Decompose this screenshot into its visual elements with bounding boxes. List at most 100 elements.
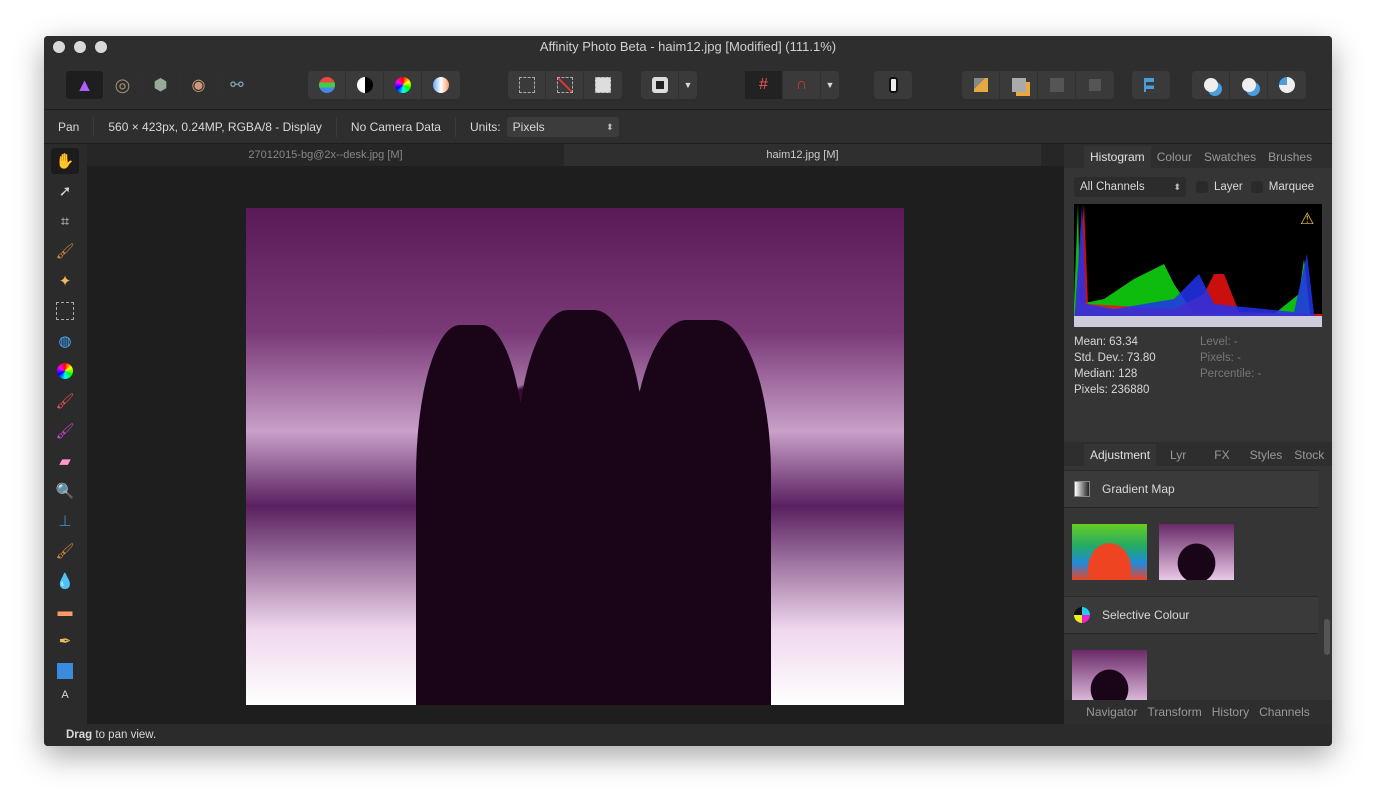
adjustment-gradient-map[interactable]: Gradient Map [1064,470,1318,508]
tab-brushes[interactable]: Brushes [1262,146,1318,168]
tone-mapping-persona-button[interactable]: ◉ [180,71,218,99]
assistant-icon [888,77,898,93]
add-button[interactable] [1192,71,1230,99]
photo-figure [516,310,646,705]
tab-colour[interactable]: Colour [1151,146,1198,168]
document-info: 560 × 423px, 0.24MP, RGBA/8 - Display [94,117,337,137]
text-tool[interactable]: A [51,688,79,702]
document-tab-active[interactable]: haim12.jpg [M] [564,144,1041,166]
intersect-button[interactable] [1268,71,1306,99]
pen-tool[interactable]: ✒ [51,628,79,654]
rectangle-tool[interactable] [51,658,79,684]
auto-contrast-button[interactable] [346,71,384,99]
preset-thumbnail[interactable] [1072,650,1147,706]
section-label: Selective Colour [1102,608,1190,622]
align-group [1132,71,1170,99]
photo-persona-button[interactable]: ▲ [66,71,104,99]
invert-selection-button[interactable] [584,71,622,99]
move-forward-one-button[interactable] [1038,71,1076,99]
units-select[interactable]: Pixels [506,117,619,137]
status-bar: Drag to pan view. [44,724,1332,746]
move-to-front-button[interactable] [1076,71,1114,99]
flood-fill-tool[interactable]: ◍ [51,328,79,354]
bottom-tabs: Navigator Transform History Channels [1064,700,1332,724]
deselect-button[interactable] [546,71,584,99]
minimize-button[interactable] [74,41,86,53]
eraser-icon: ▰ [59,453,71,470]
tab-stock[interactable]: Stock [1288,444,1330,466]
quick-mask-dropdown[interactable]: ▼ [679,71,697,99]
zoom-button[interactable] [95,41,107,53]
auto-colour-button[interactable] [384,71,422,99]
document-tab[interactable]: 27012015-bg@2x--desk.jpg [M] [87,144,564,166]
canvas-area[interactable] [87,166,1064,724]
current-tool-label: Pan [44,117,95,137]
grid-button[interactable]: # [745,71,783,99]
tab-transform[interactable]: Transform [1148,700,1202,724]
tab-navigator[interactable]: Navigator [1086,700,1137,724]
tab-histogram[interactable]: Histogram [1084,146,1151,168]
red-eye-tool[interactable]: 🖌 [51,538,79,564]
histogram-white-base [1074,316,1322,327]
align-left-button[interactable] [1132,71,1170,99]
marquee-checkbox[interactable] [1250,181,1263,193]
stat-percentile: Percentile: - [1200,368,1262,380]
healing-tool[interactable]: ▬ [51,598,79,624]
snapping-button[interactable]: ∩ [783,71,821,99]
close-button[interactable] [53,41,65,53]
tab-channels[interactable]: Channels [1259,700,1310,724]
tab-history[interactable]: History [1212,700,1249,724]
preset-thumbnail[interactable] [1072,524,1147,580]
status-text: to pan view. [92,729,157,741]
tab-adjustment[interactable]: Adjustment [1084,444,1157,466]
tab-fx[interactable]: FX [1208,444,1235,466]
crop-tool[interactable]: ⌗ [51,208,79,234]
context-toolbar: Pan 560 × 423px, 0.24MP, RGBA/8 - Displa… [44,111,1332,144]
move-back-one-button[interactable] [1000,71,1038,99]
tab-swatches[interactable]: Swatches [1198,146,1262,168]
zoom-tool[interactable]: 🔍 [51,478,79,504]
panel-scrollbar[interactable] [1324,619,1330,655]
blur-tool[interactable]: 💧 [51,568,79,594]
export-persona-button[interactable]: ⚯ [218,71,256,99]
marquee-tool[interactable] [51,298,79,324]
colour-picker-tool[interactable] [51,358,79,384]
arrange-front-icon [1089,79,1101,91]
develop-persona-icon: ⬢ [153,77,168,94]
assistant-button[interactable] [874,71,912,99]
paint-brush-tool[interactable]: 🖌 [51,388,79,414]
subtract-button[interactable] [1230,71,1268,99]
camera-data: No Camera Data [337,117,456,137]
tab-layers[interactable]: Lyr [1164,444,1192,466]
selection-brush-tool[interactable]: 🖌 [51,238,79,264]
boolean-group [1192,71,1306,99]
tone-mapping-persona-icon: ◉ [191,77,206,94]
layer-checkbox[interactable] [1196,181,1208,193]
preset-thumbnail[interactable] [1159,524,1234,580]
clone-tool[interactable]: ⊥ [51,508,79,534]
auto-levels-button[interactable] [308,71,346,99]
quick-mask-button[interactable] [641,71,679,99]
liquify-persona-button[interactable]: ◎ [104,71,142,99]
arrange-back-icon [973,78,988,92]
move-tool[interactable]: ➚ [51,178,79,204]
chevron-down-icon: ▼ [683,80,693,90]
adjustment-selective-colour[interactable]: Selective Colour [1064,596,1318,634]
move-to-back-button[interactable] [962,71,1000,99]
magnet-icon: ∩ [795,76,808,93]
mixer-brush-tool[interactable]: 🖌 [51,418,79,444]
persona-group: ▲ ◎ ⬢ ◉ ⚯ [66,71,256,99]
channel-select[interactable]: All Channels [1074,177,1186,197]
auto-white-balance-button[interactable] [422,71,460,99]
erase-brush-tool[interactable]: ▰ [51,448,79,474]
document-image[interactable] [246,208,904,705]
flood-select-tool[interactable]: ✦ [51,268,79,294]
gradient-map-icon [1074,481,1090,497]
snapping-dropdown[interactable]: ▼ [821,71,839,99]
hand-icon: ✋ [55,153,75,170]
select-all-button[interactable] [508,71,546,99]
develop-persona-button[interactable]: ⬢ [142,71,180,99]
snapping-group: # ∩ ▼ [745,71,839,99]
tab-styles[interactable]: Styles [1244,444,1289,466]
view-tool[interactable]: ✋ [51,148,79,174]
